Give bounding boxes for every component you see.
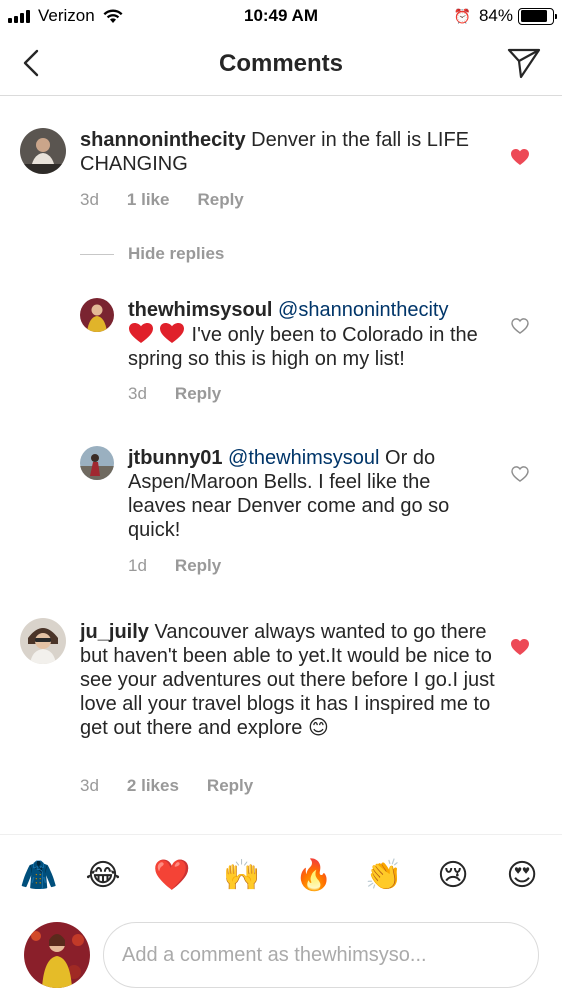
comment-username[interactable]: ju_juily <box>80 621 149 643</box>
reply-username[interactable]: jtbunny01 <box>128 447 222 469</box>
likes-count[interactable]: 2 likes <box>127 776 179 796</box>
reply-age: 1d <box>128 556 147 575</box>
emoji-quick-bar: 🧥 😂 ❤️ 🙌 🔥 👏 😢 😍 <box>0 834 562 918</box>
two-hearts-emoji <box>129 323 184 343</box>
comment-age: 3d <box>80 776 99 795</box>
reply-item: jtbunny01 @thewhimsysoul Or do Aspen/Mar… <box>0 434 562 584</box>
like-button[interactable] <box>508 314 532 338</box>
hide-replies-button[interactable]: Hide replies <box>80 244 224 264</box>
back-button[interactable] <box>14 46 48 80</box>
alarm-icon: ⏰ <box>453 7 471 24</box>
like-button[interactable] <box>508 145 532 169</box>
red-heart-emoji-button[interactable]: ❤️ <box>153 857 191 895</box>
mention-link[interactable]: @thewhimsysoul <box>228 447 379 469</box>
tears-of-joy-emoji-button[interactable]: 😂 <box>84 857 122 895</box>
like-button[interactable] <box>508 462 532 486</box>
page-title: Comments <box>218 50 344 77</box>
status-right: ⏰ 84% <box>453 6 557 26</box>
reply-body: thewhimsysoul @shannoninthecity I've onl… <box>128 298 488 371</box>
share-button[interactable] <box>506 45 542 81</box>
comment-username[interactable]: shannoninthecity <box>80 129 246 151</box>
reply-button[interactable]: Reply <box>175 384 221 404</box>
avatar[interactable] <box>80 446 114 480</box>
coat-emoji-button[interactable]: 🧥 <box>20 857 58 895</box>
heart-outline-icon <box>511 318 529 334</box>
comment-input[interactable] <box>103 922 539 988</box>
reply-body: jtbunny01 @thewhimsysoul Or do Aspen/Mar… <box>128 446 488 542</box>
crying-face-emoji-button[interactable]: 😢 <box>434 857 472 895</box>
comment-item: shannoninthecity Denver in the fall is L… <box>0 96 562 236</box>
chevron-left-icon <box>23 49 39 77</box>
reply-item: thewhimsysoul @shannoninthecity I've onl… <box>0 286 562 426</box>
avatar[interactable] <box>20 128 66 174</box>
reply-button[interactable]: Reply <box>175 556 221 576</box>
nav-bar: Comments <box>0 32 562 96</box>
clapping-hands-emoji-button[interactable]: 👏 <box>365 857 403 895</box>
avatar[interactable] <box>20 618 66 664</box>
heart-eyes-emoji-button[interactable]: 😍 <box>503 857 541 895</box>
raising-hands-emoji-button[interactable]: 🙌 <box>223 857 261 895</box>
comment-meta: 3d 2 likes Reply <box>80 776 281 796</box>
divider <box>80 253 114 255</box>
comment-meta: 3d 1 like Reply <box>80 190 272 210</box>
comment-age: 3d <box>80 190 99 209</box>
status-bar: Verizon 10:49 AM ⏰ 84% <box>0 0 562 32</box>
paper-plane-icon <box>507 48 541 79</box>
heart-filled-icon <box>511 639 529 655</box>
comment-item: ju_juily Vancouver always wanted to go t… <box>0 600 562 820</box>
reply-age: 3d <box>128 384 147 403</box>
like-button[interactable] <box>508 635 532 659</box>
battery-icon <box>518 7 557 25</box>
reply-meta: 3d Reply <box>128 384 249 404</box>
likes-count[interactable]: 1 like <box>127 190 170 210</box>
heart-filled-icon <box>511 149 529 165</box>
mention-link[interactable]: @shannoninthecity <box>278 299 448 321</box>
fire-emoji-button[interactable]: 🔥 <box>295 857 333 895</box>
reply-button[interactable]: Reply <box>207 776 253 796</box>
reply-meta: 1d Reply <box>128 556 249 576</box>
heart-outline-icon <box>511 466 529 482</box>
battery-percent: 84% <box>478 6 513 25</box>
reply-username[interactable]: thewhimsysoul <box>128 299 272 321</box>
avatar[interactable] <box>80 298 114 332</box>
comment-body: ju_juily Vancouver always wanted to go t… <box>80 620 500 740</box>
comment-body: shannoninthecity Denver in the fall is L… <box>80 128 500 176</box>
reply-button[interactable]: Reply <box>197 190 243 210</box>
smiling-face-emoji: 😊 <box>307 717 329 739</box>
composer-avatar <box>24 922 90 988</box>
hide-replies-label: Hide replies <box>128 244 225 263</box>
battery-fill <box>520 10 547 22</box>
